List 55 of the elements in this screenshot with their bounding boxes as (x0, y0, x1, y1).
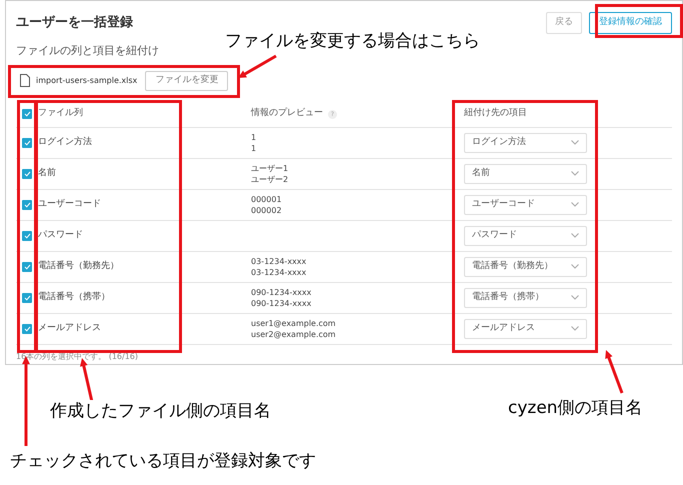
checkbox[interactable] (22, 324, 32, 334)
preview-value: 090-1234-xxxx (251, 286, 312, 298)
chevron-down-icon (571, 264, 579, 269)
field-dropdown[interactable]: ログイン方法 (464, 132, 587, 152)
checkbox[interactable] (22, 109, 32, 119)
arrow (605, 350, 624, 394)
chevron-down-icon (571, 326, 579, 331)
preview-value: 03-1234-xxxx (251, 266, 308, 278)
chevron-down-icon (571, 233, 579, 238)
checkbox[interactable] (22, 230, 32, 240)
preview-value: 1 (251, 132, 258, 142)
preview-value: user1@example.com (251, 318, 337, 328)
column-header: ファイル列 (38, 107, 83, 120)
checkbox[interactable] (22, 262, 32, 272)
preview-value: 03-1234-xxxx (251, 256, 308, 266)
checkbox[interactable] (22, 138, 32, 148)
page-title: ユーザーを一括登録 (16, 14, 133, 32)
file-column-name: 電話番号（勤務先） (38, 260, 120, 273)
annotation-text: ファイルを変更する場合はこちら (225, 30, 480, 52)
preview-value: user2@example.com (251, 328, 337, 340)
field-dropdown[interactable]: ユーザーコード (464, 194, 587, 214)
file-icon (20, 74, 30, 87)
preview-value: 000002 (251, 204, 283, 216)
file-column-name: パスワード (38, 228, 84, 242)
checkbox[interactable] (22, 292, 32, 302)
field-dropdown[interactable]: 電話番号（携帯） (464, 288, 587, 308)
preview-value: ユーザー2 (251, 174, 290, 184)
column-header: 紐付け先の項目 (464, 107, 527, 120)
annotation-text: 作成したファイル側の項目名 (50, 400, 271, 422)
section-heading: ファイルの列と項目を紐付け (16, 43, 159, 59)
field-dropdown[interactable]: メールアドレス (464, 318, 587, 338)
preview-value: ユーザー1 (251, 162, 290, 174)
checkbox[interactable] (22, 168, 32, 178)
field-dropdown[interactable]: 名前 (464, 164, 587, 184)
file-name: import-users-sample.xlsx (36, 74, 138, 86)
preview-value: 000001 (251, 194, 283, 204)
file-column-name: メールアドレス (38, 322, 102, 335)
chevron-down-icon (571, 171, 579, 176)
arrow (238, 54, 277, 78)
annotation-text: cyzen側の項目名 (508, 397, 643, 419)
field-dropdown[interactable]: 電話番号（勤務先） (464, 256, 587, 276)
preview-value: 1 (251, 142, 258, 154)
checkbox[interactable] (22, 200, 32, 210)
file-column-name: 名前 (38, 166, 57, 180)
chevron-down-icon (571, 295, 579, 300)
chevron-down-icon (571, 140, 579, 145)
chevron-down-icon (571, 202, 579, 207)
column-header: 情報のプレビュー (251, 107, 323, 120)
change-file-button[interactable]: ファイルを変更 (145, 70, 228, 90)
annotation-text: チェックされている項目が登録対象です (10, 450, 316, 472)
file-column-name: ログイン方法 (38, 136, 93, 149)
file-column-name: 電話番号（携帯） (38, 290, 111, 304)
field-dropdown[interactable]: パスワード (464, 226, 587, 246)
preview-value: 090-1234-xxxx (251, 298, 312, 308)
file-column-name: ユーザーコード (38, 198, 102, 211)
